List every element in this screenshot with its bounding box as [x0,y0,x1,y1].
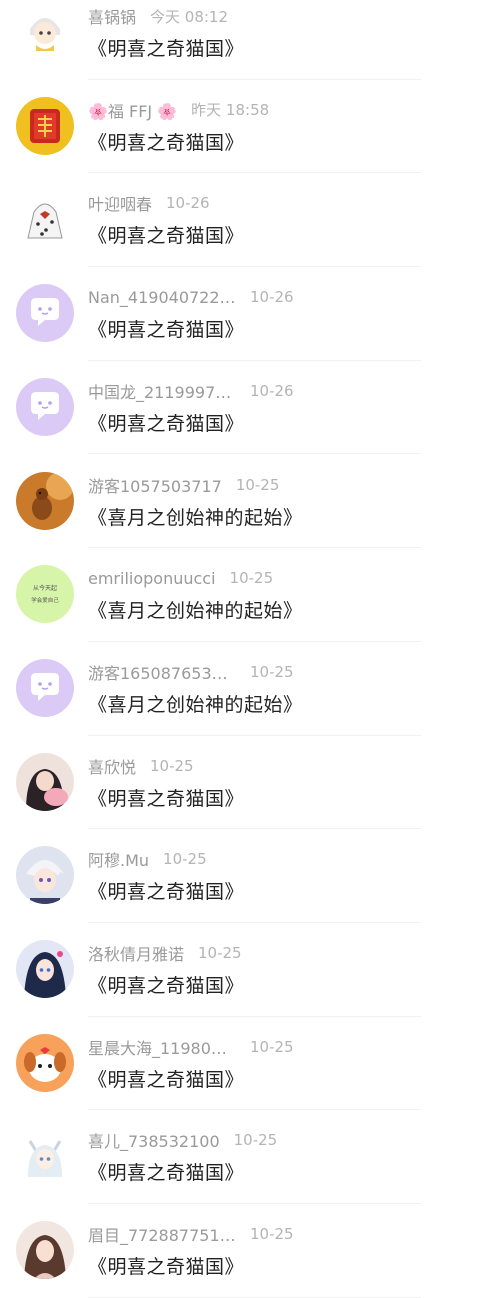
comment-meta: 喜儿_738532100 10-25 [88,1129,277,1151]
girl-photo-icon[interactable] [16,752,74,811]
username[interactable]: 眉目_772887751… [88,1222,236,1246]
comment-time: 10-25 [235,475,280,494]
default-chat-bubble-icon[interactable] [16,658,74,717]
comment-meta: Nan_419040722… 10-26 [88,286,294,308]
username[interactable]: 喜锅锅 [88,4,136,28]
username[interactable]: 🌸福 FFJ 🌸 [88,98,177,122]
username[interactable]: 游客1057503717 [88,473,222,497]
username[interactable]: 洛秋倩月雅诺 [88,941,184,965]
comment-meta: 叶迎咽春 10-26 [88,192,210,214]
comment-row[interactable]: Nan_419040722… 10-26 《明喜之奇猫国》 [0,267,501,361]
comment-text: 《明喜之奇猫国》 [88,412,245,435]
comment-row[interactable]: 🌸福 FFJ 🌸 昨天 18:58 《明喜之奇猫国》 [0,80,501,174]
username[interactable]: 中国龙_2119997… [88,379,236,403]
comment-time: 10-25 [250,1225,294,1244]
comment-time: 10-26 [250,381,294,400]
comment-row[interactable]: 眉目_772887751… 10-25 《明喜之奇猫国》 [0,1204,501,1298]
comment-text: 《明喜之奇猫国》 [88,131,245,154]
comment-text: 《喜月之创始神的起始》 [88,693,303,716]
username[interactable]: 游客165087653… [88,660,236,684]
comment-time: 10-26 [250,288,294,307]
username[interactable]: 叶迎咽春 [88,191,152,215]
username[interactable]: 喜欣悦 [88,754,136,778]
comment-time: 10-25 [250,662,294,681]
comment-row[interactable]: 阿穆.Mu 10-25 《明喜之奇猫国》 [0,829,501,923]
comment-row[interactable]: 游客1057503717 10-25 《喜月之创始神的起始》 [0,455,501,549]
cartoon-dog-icon[interactable] [16,1033,74,1092]
comment-text: 《喜月之创始神的起始》 [88,600,303,623]
username[interactable]: 星晨大海_11980… [88,1035,236,1059]
text-badge-icon[interactable]: 从今天起 学会爱自己 [16,565,74,624]
comment-meta: emrilioponuucci 10-25 [88,567,273,589]
comment-row[interactable]: 喜锅锅 今天 08:12 《明喜之奇猫国》 [0,0,501,80]
comment-meta: 洛秋倩月雅诺 10-25 [88,942,242,964]
comment-time: 今天 08:12 [150,7,229,26]
avatar-text: 从今天起 [33,584,57,592]
comment-row[interactable]: 从今天起学会爱自己 emrilioponuucci 10-25 《喜月之创始神的起始》 [0,548,501,642]
comment-time: 10-25 [150,756,194,775]
comment-meta: 喜欣悦 10-25 [88,755,194,777]
comment-text: 《明喜之奇猫国》 [88,787,245,810]
comment-time: 10-25 [198,944,242,962]
comment-meta: 喜锅锅 今天 08:12 [88,4,229,28]
comment-row[interactable]: 喜欣悦 10-25 《明喜之奇猫国》 [0,736,501,830]
username[interactable]: emrilioponuucci [88,569,216,588]
comment-text: 《喜月之创始神的起始》 [88,506,303,529]
chibi-character-icon[interactable] [16,3,74,61]
comment-time: 10-25 [229,569,274,588]
comment-text: 《明喜之奇猫国》 [88,1068,245,1091]
username[interactable]: 喜儿_738532100 [88,1128,220,1152]
username[interactable]: 阿穆.Mu [88,847,149,871]
comment-row[interactable]: 叶迎咽春 10-26 《明喜之奇猫国》 [0,173,501,267]
dotted-figure-icon[interactable] [16,190,74,249]
anime-boy-icon[interactable] [16,846,74,905]
comment-time: 10-25 [250,1037,294,1056]
comment-text: 《明喜之奇猫国》 [88,881,245,904]
comment-text: 《明喜之奇猫国》 [88,975,245,997]
comment-row[interactable]: 中国龙_2119997… 10-26 《明喜之奇猫国》 [0,361,501,455]
comment-time: 10-25 [233,1131,278,1150]
portrait-photo-icon[interactable] [16,1221,74,1280]
anime-girl-icon[interactable] [16,940,74,998]
comment-meta: 阿穆.Mu 10-25 [88,848,207,870]
comment-row[interactable]: 星晨大海_11980… 10-25 《明喜之奇猫国》 [0,1017,501,1111]
comment-row[interactable]: 喜儿_738532100 10-25 《明喜之奇猫国》 [0,1110,501,1204]
default-chat-bubble-icon[interactable] [16,377,74,436]
comment-time: 昨天 18:58 [191,101,270,120]
comment-meta: 游客165087653… 10-25 [88,661,294,683]
comment-meta: 🌸福 FFJ 🌸 昨天 18:58 [88,99,269,121]
comment-time: 10-26 [166,194,210,213]
comment-text: 《明喜之奇猫国》 [88,38,245,60]
comment-text: 《明喜之奇猫国》 [88,1256,245,1279]
avatar-text: 学会爱自己 [31,596,59,604]
comment-time: 10-25 [163,850,207,869]
comment-meta: 游客1057503717 10-25 [88,474,279,496]
comment-meta: 中国龙_2119997… 10-26 [88,380,294,402]
username[interactable]: Nan_419040722… [88,288,236,307]
comment-meta: 眉目_772887751… 10-25 [88,1223,294,1245]
squirrel-photo-icon[interactable] [16,471,74,530]
anime-cat-girl-icon[interactable] [16,1127,74,1186]
default-chat-bubble-icon[interactable] [16,284,74,343]
comment-row[interactable]: 游客165087653… 10-25 《喜月之创始神的起始》 [0,642,501,736]
fortune-charm-icon[interactable] [16,96,74,155]
comment-text: 《明喜之奇猫国》 [88,319,245,342]
comment-row[interactable]: 洛秋倩月雅诺 10-25 《明喜之奇猫国》 [0,923,501,1017]
comment-text: 《明喜之奇猫国》 [88,1162,245,1185]
comment-text: 《明喜之奇猫国》 [88,225,245,248]
comment-meta: 星晨大海_11980… 10-25 [88,1036,294,1058]
